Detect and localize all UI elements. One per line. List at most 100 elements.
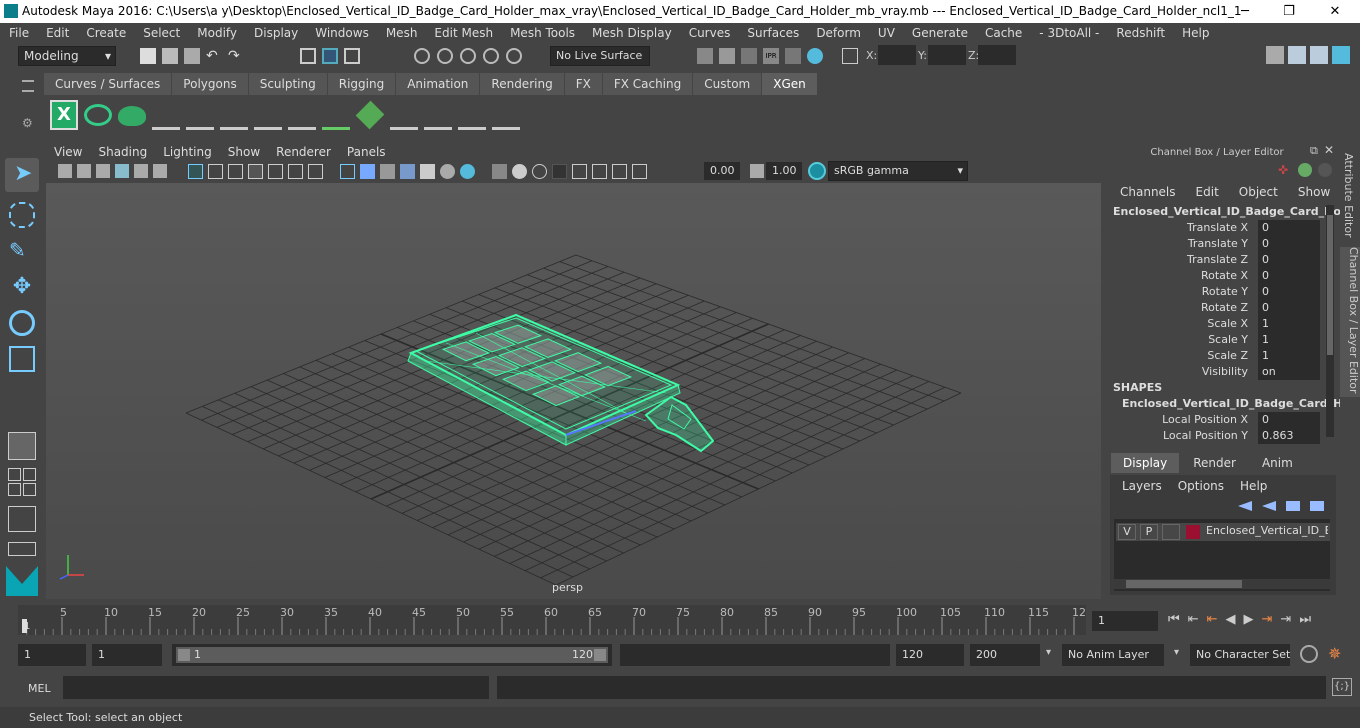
time-slider[interactable]: 5 10 15 20 25 30 35 40 45 50 55 60 65 70 75 80 85 90 95 100…: [0, 603, 1360, 638]
shelf-settings-icon[interactable]: ⚙: [22, 116, 33, 130]
shelf-tab-rendering[interactable]: Rendering: [480, 73, 564, 95]
y-field[interactable]: [928, 45, 966, 65]
xgen-guide-cut-icon[interactable]: [254, 100, 282, 130]
persp-graph-layout-icon[interactable]: [8, 542, 36, 556]
x-field[interactable]: [878, 45, 916, 65]
channel-value-field[interactable]: on: [1258, 364, 1320, 380]
xgen-guide-length-icon[interactable]: [220, 100, 248, 130]
layer-tab-display[interactable]: Display: [1111, 453, 1180, 473]
channel-value-field[interactable]: 0: [1258, 300, 1320, 316]
animation-start-field[interactable]: 1: [18, 644, 86, 666]
channel-row[interactable]: Rotate X 0: [1104, 268, 1324, 284]
xray-components-icon[interactable]: [612, 164, 627, 179]
shelf-tab-xgen[interactable]: XGen: [762, 73, 817, 95]
mel-label[interactable]: MEL: [28, 682, 51, 695]
channel-row[interactable]: Scale X 1: [1104, 316, 1324, 332]
shelf-tab-animation[interactable]: Animation: [396, 73, 480, 95]
character-set-selector[interactable]: No Character Set: [1190, 644, 1290, 666]
channel-value-field[interactable]: 0: [1258, 268, 1320, 284]
move-layer-down-icon[interactable]: [1262, 501, 1276, 511]
layer-row[interactable]: V P Enclosed_Vertical_ID_Bad: [1116, 523, 1330, 541]
shelf-tab-fx-caching[interactable]: FX Caching: [602, 73, 693, 95]
viewport-menu-view[interactable]: View: [46, 143, 90, 161]
select-tool-button[interactable]: ➤: [5, 158, 39, 192]
xgen-sculpt-guide-icon[interactable]: [186, 100, 214, 130]
four-view-layout-icon[interactable]: [8, 468, 36, 496]
selected-object-name[interactable]: Enclosed_Vertical_ID_Badge_Card_Hol...: [1113, 205, 1357, 218]
2d-pan-zoom-icon[interactable]: [134, 164, 148, 178]
xgen-patches-icon[interactable]: [355, 100, 385, 130]
shelf-tab-custom[interactable]: Custom: [693, 73, 762, 95]
layer-hscrollbar[interactable]: [1114, 579, 1330, 589]
menu-generate[interactable]: Generate: [903, 26, 976, 40]
close-window-button[interactable]: ✕: [1312, 0, 1358, 23]
isolate-select-icon[interactable]: [572, 164, 587, 179]
menu-mesh[interactable]: Mesh: [377, 26, 426, 40]
play-forward-icon[interactable]: ▶: [1244, 612, 1254, 627]
menu-cache[interactable]: Cache: [976, 26, 1030, 40]
persp-outliner-layout-icon[interactable]: [8, 506, 36, 532]
snap-surface-icon[interactable]: [506, 48, 522, 64]
shelf-tab-curves-surfaces[interactable]: Curves / Surfaces: [44, 73, 172, 95]
viewport-menu-panels[interactable]: Panels: [339, 143, 394, 161]
colorspace-selector[interactable]: sRGB gamma ▾: [828, 161, 968, 181]
close-panel-icon[interactable]: ✕: [1324, 143, 1334, 157]
hyper-icon[interactable]: [1318, 163, 1332, 177]
z-field[interactable]: [978, 45, 1016, 65]
channel-row[interactable]: Local Position X 0: [1104, 412, 1324, 428]
shelf-tab-fx[interactable]: FX: [564, 73, 602, 95]
auto-key-icon[interactable]: [1300, 645, 1318, 663]
channel-value-field[interactable]: 1: [1258, 316, 1320, 332]
manipulator-icon[interactable]: ✜: [1278, 163, 1292, 177]
layer-menu-options[interactable]: Options: [1178, 479, 1224, 493]
step-back-key-icon[interactable]: ⇤: [1207, 612, 1218, 627]
new-layer-icon[interactable]: [1286, 501, 1300, 511]
snap-view-plane-icon[interactable]: [483, 48, 499, 64]
channel-row[interactable]: Rotate Z 0: [1104, 300, 1324, 316]
channel-value-field[interactable]: 0: [1258, 412, 1320, 428]
snap-point-icon[interactable]: [460, 48, 476, 64]
textured-icon[interactable]: [400, 164, 415, 179]
menu-select[interactable]: Select: [134, 26, 188, 40]
anim-layer-selector[interactable]: No Anim Layer: [1062, 644, 1164, 666]
hypershade-icon[interactable]: [785, 48, 801, 64]
channel-value-field[interactable]: 0: [1258, 220, 1320, 236]
shelf-tab-sculpting[interactable]: Sculpting: [248, 73, 327, 95]
channel-row[interactable]: Scale Y 1: [1104, 332, 1324, 348]
float-panel-icon[interactable]: ⧉: [1310, 144, 1318, 158]
transform-mode-icon[interactable]: [842, 48, 858, 64]
range-end-grip[interactable]: [594, 649, 606, 661]
menu-uv[interactable]: UV: [869, 26, 903, 40]
toggle-attribute-editor-icon[interactable]: [1288, 46, 1306, 64]
gamma-field[interactable]: 1.00: [766, 162, 802, 180]
select-camera-icon[interactable]: [58, 164, 72, 178]
menu-curves[interactable]: Curves: [680, 26, 739, 40]
safe-action-icon[interactable]: [288, 164, 303, 179]
badge-holder-mesh[interactable]: [407, 313, 715, 453]
viewport-menu-shading[interactable]: Shading: [90, 143, 155, 161]
safe-title-icon[interactable]: [308, 164, 323, 179]
step-forward-key-icon[interactable]: ⇥: [1262, 612, 1273, 627]
xgen-rebuild-icon[interactable]: [390, 100, 418, 130]
playback-start-field[interactable]: 1: [92, 644, 162, 666]
menu-mesh-display[interactable]: Mesh Display: [583, 26, 680, 40]
channel-menu-show[interactable]: Show: [1298, 185, 1330, 199]
channel-menu-channels[interactable]: Channels: [1120, 185, 1176, 199]
channel-menu-object[interactable]: Object: [1239, 185, 1278, 199]
menu-modify[interactable]: Modify: [188, 26, 245, 40]
xgen-create-description-icon[interactable]: [118, 106, 146, 126]
field-chart-icon[interactable]: [268, 164, 283, 179]
channel-value-field[interactable]: 1: [1258, 332, 1320, 348]
color-management-icon[interactable]: [808, 162, 826, 180]
xgen-guides-to-curves-icon[interactable]: [322, 100, 350, 130]
resolution-gate-icon[interactable]: [228, 164, 243, 179]
anti-aliasing-icon[interactable]: [512, 164, 527, 179]
bookmark-icon[interactable]: [96, 164, 110, 178]
layer-menu-help[interactable]: Help: [1240, 479, 1267, 493]
viewport-menu-renderer[interactable]: Renderer: [268, 143, 339, 161]
mode-selector[interactable]: Modeling ▾: [18, 46, 116, 66]
xgen-editor-icon[interactable]: X: [50, 100, 78, 130]
menu-file[interactable]: File: [0, 26, 37, 40]
layer-playback-toggle[interactable]: P: [1140, 524, 1158, 540]
menu-create[interactable]: Create: [77, 26, 134, 40]
